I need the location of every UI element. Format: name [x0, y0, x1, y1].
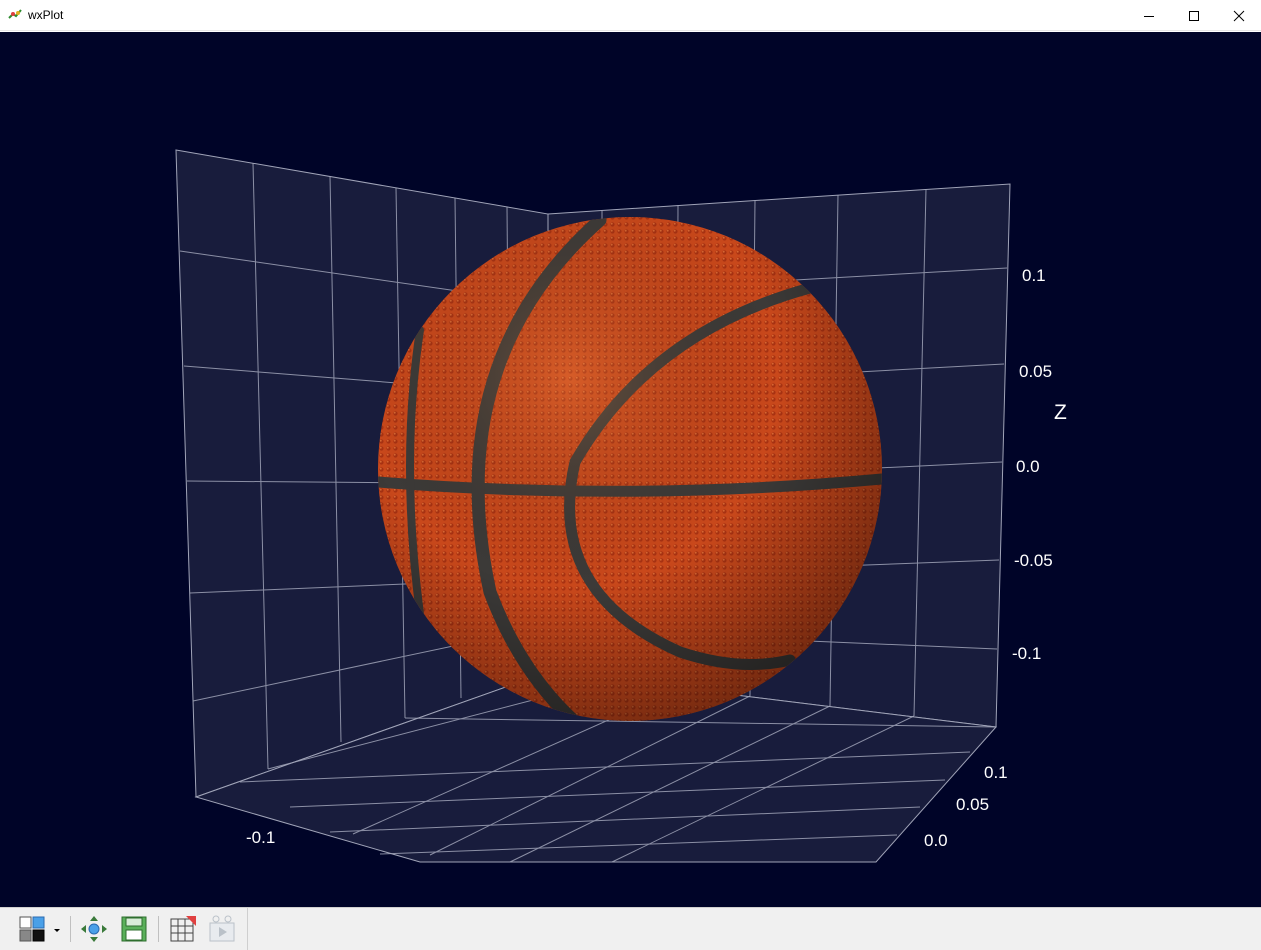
save-button[interactable]: [119, 914, 149, 944]
toolbar-separator: [158, 916, 159, 942]
z-axis-ticks: 0.1 0.05 0.0 -0.05 -0.1: [1012, 266, 1053, 663]
z-tick-label: -0.05: [1014, 551, 1053, 570]
z-tick-label: 0.05: [1019, 362, 1052, 381]
maximize-button[interactable]: [1171, 0, 1217, 31]
reset-view-button[interactable]: [79, 914, 109, 944]
close-button[interactable]: [1216, 0, 1261, 31]
basketball: [378, 217, 882, 721]
chevron-down-icon: [54, 929, 60, 932]
reset-view-icon: [81, 916, 107, 942]
z-tick-label: 0.0: [1016, 457, 1040, 476]
layout-dropdown-button[interactable]: [51, 914, 63, 944]
record-video-icon: [209, 915, 235, 942]
bottom-toolbar: [0, 907, 1261, 950]
layout-button[interactable]: [18, 914, 48, 944]
app-logo-icon: [8, 9, 22, 19]
x-tick-label: -0.1: [246, 828, 275, 847]
grid-toggle-icon: [170, 916, 196, 942]
minimize-button[interactable]: [1126, 0, 1172, 31]
maximize-icon: [1189, 10, 1199, 21]
close-icon: [1233, 10, 1245, 21]
toolbar-button-group: [0, 908, 248, 950]
window-title: wxPlot: [28, 8, 64, 22]
layout-grid-icon: [19, 916, 45, 942]
z-axis-label: Z: [1054, 401, 1067, 424]
plot-canvas[interactable]: 0.1 0.05 0.0 -0.05 -0.1 Z -0.1 0.1 0.05 …: [0, 32, 1261, 907]
toolbar-separator: [70, 916, 71, 942]
minimize-icon: [1144, 15, 1154, 17]
z-tick-label: -0.1: [1012, 644, 1041, 663]
grid-toggle-button[interactable]: [168, 914, 198, 944]
z-tick-label: 0.1: [1022, 266, 1046, 285]
3d-scene: 0.1 0.05 0.0 -0.05 -0.1 Z -0.1 0.1 0.05 …: [175, 149, 1067, 863]
y-tick-label: 0.05: [956, 795, 989, 814]
record-video-button[interactable]: [207, 914, 237, 944]
y-tick-label: 0.1: [984, 763, 1008, 782]
title-bar: wxPlot: [0, 0, 1261, 31]
y-tick-label: 0.0: [924, 831, 948, 850]
save-icon: [121, 916, 147, 942]
